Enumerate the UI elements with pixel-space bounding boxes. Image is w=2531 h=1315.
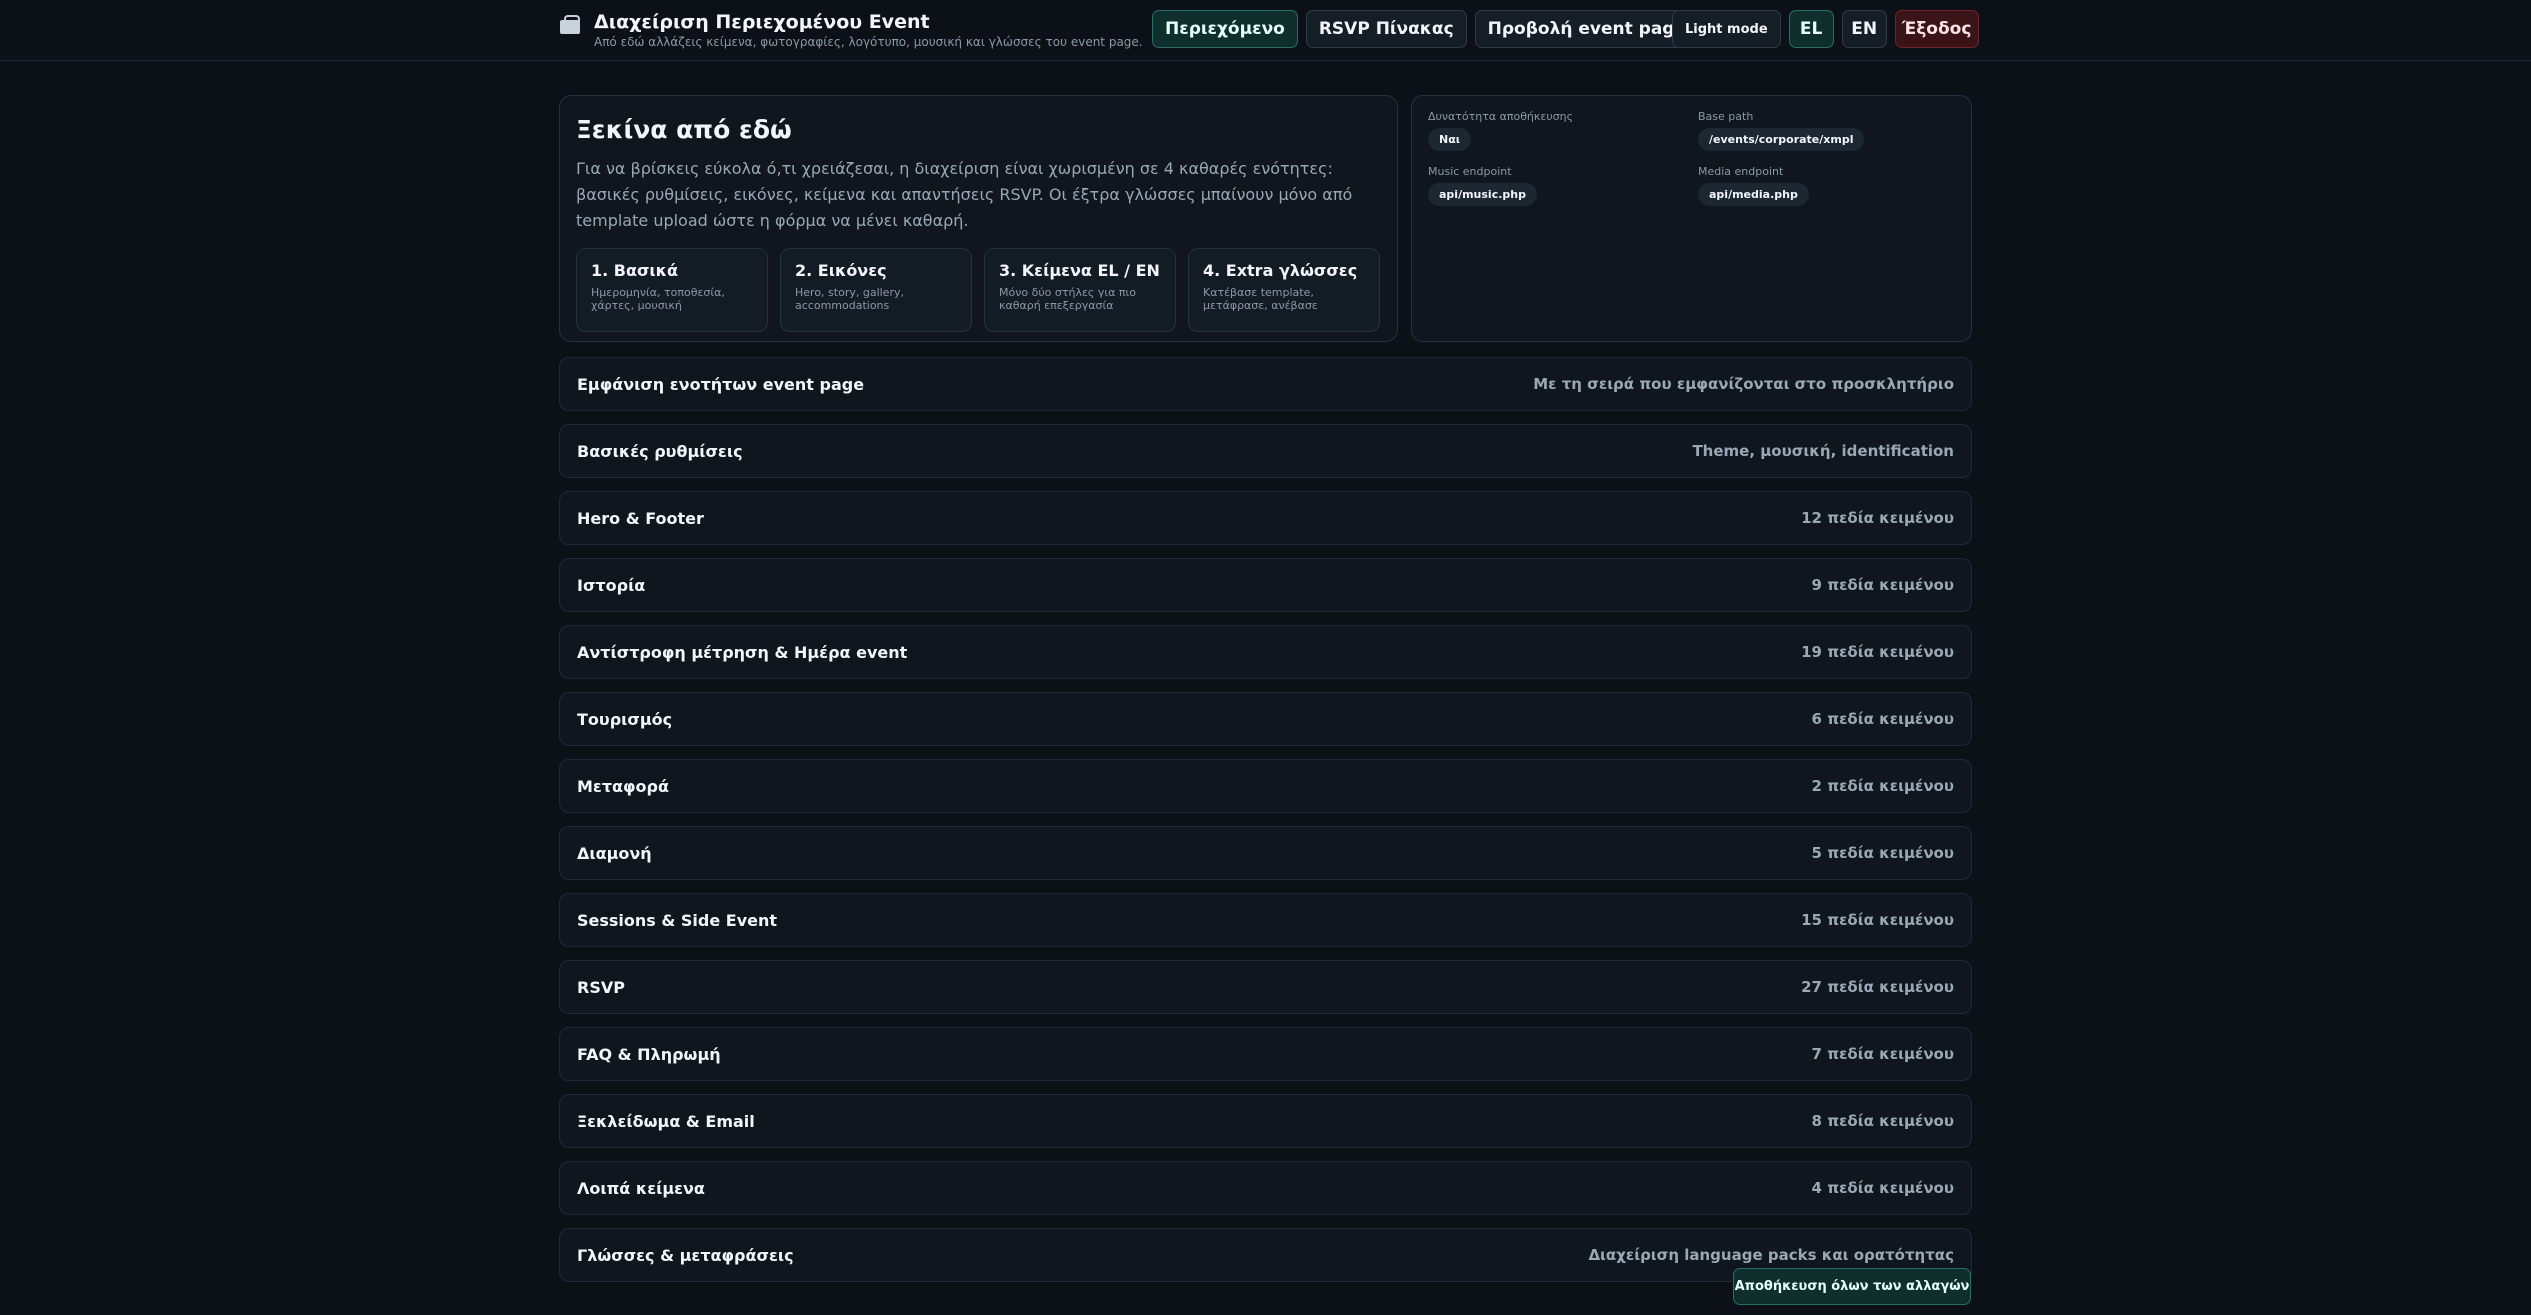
music-endpoint-value: api/music.php [1428, 183, 1537, 206]
section-countdown[interactable]: Αντίστροφη μέτρηση & Ημέρα event 19 πεδί… [559, 625, 1972, 679]
intro-card: Ξεκίνα από εδώ Για να βρίσκεις εύκολα ό,… [559, 95, 1398, 342]
section-title: Μεταφορά [577, 776, 669, 796]
music-endpoint: Music endpoint api/music.php [1428, 165, 1698, 206]
top-bar: Διαχείριση Περιεχομένου Event Από εδώ αλ… [0, 0, 2531, 61]
section-meta: 4 πεδία κειμένου [1811, 1179, 1954, 1197]
section-title: RSVP [577, 977, 625, 997]
nav-rsvp-table-button[interactable]: RSVP Πίνακας [1305, 10, 1467, 48]
section-sessions[interactable]: Sessions & Side Event 15 πεδία κειμένου [559, 893, 1972, 947]
intro-title: Ξεκίνα από εδώ [576, 115, 792, 144]
step-card-extra-languages: 4. Extra γλώσσες Κατέβασε template, μετά… [1188, 248, 1380, 332]
section-meta: 27 πεδία κειμένου [1801, 978, 1954, 996]
light-mode-toggle[interactable]: Light mode [1672, 10, 1781, 48]
section-meta: 2 πεδία κειμένου [1811, 777, 1954, 795]
section-title: Sessions & Side Event [577, 910, 778, 930]
section-title: Αντίστροφη μέτρηση & Ημέρα event [577, 642, 908, 662]
section-meta: Με τη σειρά που εμφανίζονται στο προσκλη… [1533, 375, 1954, 393]
section-title: Βασικές ρυθμίσεις [577, 441, 743, 461]
section-meta: 15 πεδία κειμένου [1801, 911, 1954, 929]
lang-el-button[interactable]: EL [1788, 10, 1834, 48]
base-path-label: Base path [1698, 110, 1754, 123]
step-desc: Κατέβασε template, μετάφρασε, ανέβασε [1203, 286, 1318, 312]
section-hero-footer[interactable]: Hero & Footer 12 πεδία κειμένου [559, 491, 1972, 545]
header-tools: Light mode EL EN Έξοδος [1672, 10, 1979, 48]
save-capability-value: Ναι [1428, 128, 1472, 151]
section-meta: 12 πεδία κειμένου [1801, 509, 1954, 527]
logout-button[interactable]: Έξοδος [1894, 10, 1979, 48]
step-desc: Μόνο δύο στήλες για πιο καθαρή επεξεργασ… [999, 286, 1136, 312]
step-title: 1. Βασικά [591, 261, 679, 280]
section-other-texts[interactable]: Λοιπά κείμενα 4 πεδία κειμένου [559, 1161, 1972, 1215]
brand-text: Διαχείριση Περιεχομένου Event Από εδώ αλ… [594, 10, 1143, 49]
base-path: Base path /events/corporate/xmpl [1698, 110, 1968, 151]
nav-content-button[interactable]: Περιεχόμενο [1152, 10, 1298, 48]
save-capability: Δυνατότητα αποθήκευσης Ναι [1428, 110, 1698, 151]
config-grid: Δυνατότητα αποθήκευσης Ναι Base path /ev… [1428, 110, 1955, 206]
brand: Διαχείριση Περιεχομένου Event Από εδώ αλ… [560, 10, 1143, 49]
section-faq-payment[interactable]: FAQ & Πληρωμή 7 πεδία κειμένου [559, 1027, 1972, 1081]
media-endpoint-label: Media endpoint [1698, 165, 1784, 178]
sections-list: Εμφάνιση ενοτήτων event page Με τη σειρά… [559, 357, 1972, 1295]
section-title: Γλώσσες & μεταφράσεις [577, 1245, 794, 1265]
page-subtitle: Από εδώ αλλάζεις κείμενα, φωτογραφίες, λ… [594, 35, 1143, 49]
section-meta: Theme, μουσική, identification [1692, 442, 1954, 460]
section-meta: Διαχείριση language packs και ορατότητας [1588, 1246, 1954, 1264]
section-meta: 9 πεδία κειμένου [1811, 576, 1954, 594]
music-endpoint-label: Music endpoint [1428, 165, 1512, 178]
section-meta: 6 πεδία κειμένου [1811, 710, 1954, 728]
section-meta: 7 πεδία κειμένου [1811, 1045, 1954, 1063]
step-title: 4. Extra γλώσσες [1203, 261, 1358, 280]
config-card: Δυνατότητα αποθήκευσης Ναι Base path /ev… [1411, 95, 1972, 342]
step-card-images: 2. Εικόνες Hero, story, gallery, accommo… [780, 248, 972, 332]
step-desc: Hero, story, gallery, accommodations [795, 286, 904, 312]
section-title: Ιστορία [577, 575, 646, 595]
section-unlock-email[interactable]: Ξεκλείδωμα & Email 8 πεδία κειμένου [559, 1094, 1972, 1148]
section-tourism[interactable]: Τουρισμός 6 πεδία κειμένου [559, 692, 1972, 746]
step-title: 2. Εικόνες [795, 261, 887, 280]
steps: 1. Βασικά Ημερομηνία, τοποθεσία, χάρτες,… [576, 248, 1381, 332]
nav-view-event-button[interactable]: Προβολή event page [1474, 10, 1699, 48]
section-title: Εμφάνιση ενοτήτων event page [577, 374, 865, 394]
base-path-value: /events/corporate/xmpl [1698, 128, 1865, 151]
save-all-button[interactable]: Αποθήκευση όλων των αλλαγών [1733, 1268, 1971, 1305]
section-title: Διαμονή [577, 843, 652, 863]
step-title: 3. Κείμενα EL / EN [999, 261, 1160, 280]
section-title: Hero & Footer [577, 508, 704, 528]
section-visibility[interactable]: Εμφάνιση ενοτήτων event page Με τη σειρά… [559, 357, 1972, 411]
section-meta: 19 πεδία κειμένου [1801, 643, 1954, 661]
step-card-basics: 1. Βασικά Ημερομηνία, τοποθεσία, χάρτες,… [576, 248, 768, 332]
media-endpoint-value: api/media.php [1698, 183, 1809, 206]
section-title: Λοιπά κείμενα [577, 1178, 705, 1198]
section-title: FAQ & Πληρωμή [577, 1044, 721, 1064]
media-endpoint: Media endpoint api/media.php [1698, 165, 1968, 206]
section-story[interactable]: Ιστορία 9 πεδία κειμένου [559, 558, 1972, 612]
section-title: Τουρισμός [577, 709, 673, 729]
main-nav: Περιεχόμενο RSVP Πίνακας Προβολή event p… [1152, 10, 1699, 48]
step-card-texts: 3. Κείμενα EL / EN Μόνο δύο στήλες για π… [984, 248, 1176, 332]
section-accommodation[interactable]: Διαμονή 5 πεδία κειμένου [559, 826, 1972, 880]
intro-text: Για να βρίσκεις εύκολα ό,τι χρειάζεσαι, … [576, 159, 1353, 230]
section-basic-settings[interactable]: Βασικές ρυθμίσεις Theme, μουσική, identi… [559, 424, 1972, 478]
lang-en-button[interactable]: EN [1841, 10, 1887, 48]
step-desc: Ημερομηνία, τοποθεσία, χάρτες, μουσική [591, 286, 725, 312]
save-capability-label: Δυνατότητα αποθήκευσης [1428, 110, 1574, 123]
section-title: Ξεκλείδωμα & Email [577, 1111, 755, 1131]
section-meta: 8 πεδία κειμένου [1811, 1112, 1954, 1130]
section-transport[interactable]: Μεταφορά 2 πεδία κειμένου [559, 759, 1972, 813]
page-title: Διαχείριση Περιεχομένου Event [594, 11, 930, 33]
section-meta: 5 πεδία κειμένου [1811, 844, 1954, 862]
briefcase-icon [560, 15, 580, 34]
section-rsvp[interactable]: RSVP 27 πεδία κειμένου [559, 960, 1972, 1014]
